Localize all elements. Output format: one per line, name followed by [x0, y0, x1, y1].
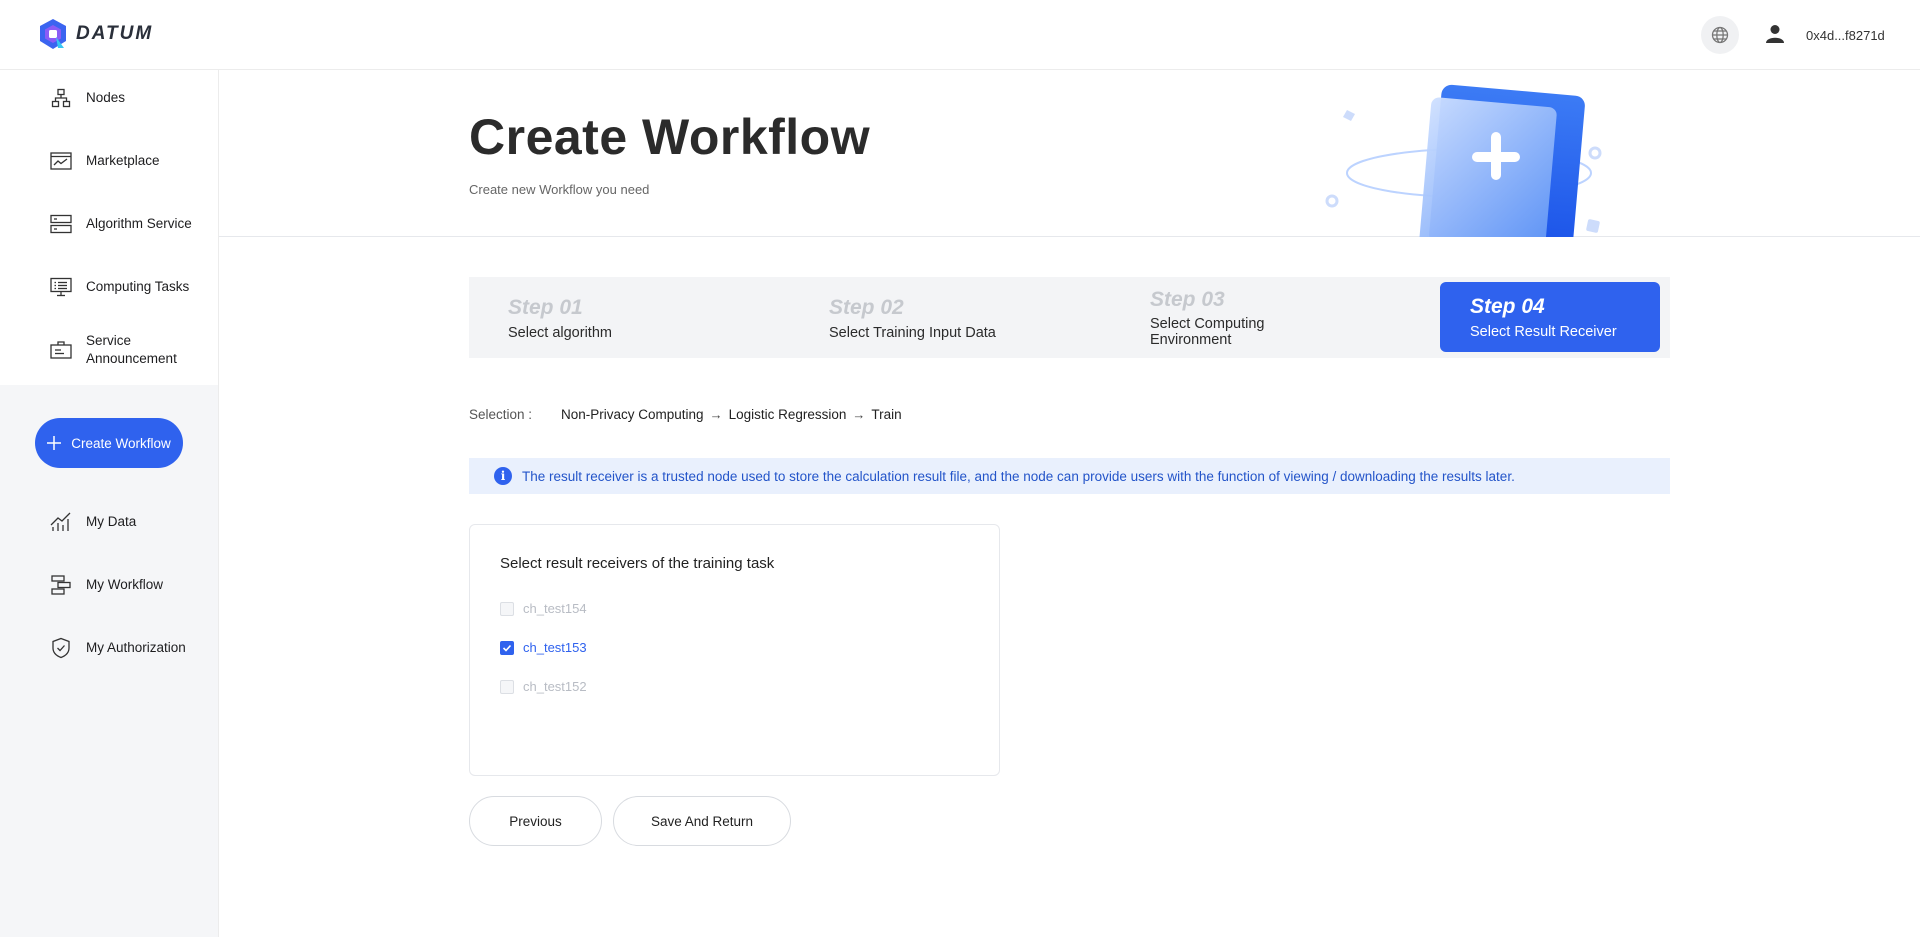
workflow-illustration [1325, 84, 1602, 237]
language-button[interactable] [1701, 16, 1739, 54]
wallet-address[interactable]: 0x4d...f8271d [1806, 28, 1885, 43]
info-text: The result receiver is a trusted node us… [522, 468, 1515, 484]
step-label: Select algorithm [508, 325, 612, 341]
checkbox[interactable] [500, 601, 514, 616]
receiver-option[interactable]: ch_test152 [500, 679, 587, 694]
sidebar-item-label: My Data [86, 514, 137, 529]
selection-breadcrumb: Selection : Non-Privacy Computing → Logi… [469, 407, 902, 422]
algorithm-icon [49, 212, 73, 236]
receiver-option[interactable]: ch_test154 [500, 601, 587, 616]
card-title: Select result receivers of the training … [500, 555, 775, 572]
sidebar-item-my-workflow[interactable]: My Workflow [0, 557, 218, 613]
sidebar: Nodes Marketplace Algorithm Service Comp… [0, 70, 219, 937]
step-4[interactable]: Step 04 Select Result Receiver [1440, 282, 1660, 352]
datum-logo[interactable]: DATUM [38, 18, 153, 50]
selection-path: Non-Privacy Computing → Logistic Regress… [561, 407, 902, 422]
computing-icon [49, 275, 73, 299]
page-banner: Create Workflow Create new Workflow you … [219, 70, 1920, 237]
checkbox[interactable] [500, 679, 514, 694]
step-number: Step 04 [1470, 295, 1545, 318]
checkmark-icon [502, 644, 512, 652]
workflow-icon [49, 573, 73, 597]
sidebar-item-my-data[interactable]: My Data [0, 494, 218, 550]
sidebar-item-label: Algorithm Service [86, 216, 192, 231]
sidebar-item-my-authorization[interactable]: My Authorization [0, 620, 218, 676]
sidebar-item-label: My Workflow [86, 577, 164, 592]
arrow-right-icon: → [852, 407, 866, 422]
sidebar-item-label: Nodes [86, 90, 126, 105]
sidebar-item-label: My Authorization [86, 640, 186, 655]
step-number: Step 03 [1150, 288, 1225, 311]
previous-button[interactable]: Previous [469, 796, 602, 846]
info-banner: i The result receiver is a trusted node … [469, 458, 1670, 494]
receiver-label: ch_test152 [523, 679, 587, 694]
selection-label: Selection : [469, 407, 533, 422]
sidebar-item-nodes[interactable]: Nodes [0, 70, 218, 126]
receiver-label: ch_test153 [523, 640, 587, 655]
result-receivers-card: Select result receivers of the training … [469, 524, 1000, 776]
top-header: DATUM 0x4d...f8271d [0, 0, 1920, 70]
info-icon: i [494, 467, 512, 485]
nodes-icon [49, 86, 73, 110]
workflow-steps: Step 01 Select algorithm Step 02 Select … [469, 277, 1670, 358]
announcement-icon [49, 338, 73, 362]
sidebar-item-marketplace[interactable]: Marketplace [0, 133, 218, 189]
user-icon[interactable] [1766, 24, 1784, 49]
sidebar-item-service-announcement[interactable]: Service Announcement [0, 322, 218, 378]
step-label: Select Result Receiver [1470, 324, 1617, 340]
save-and-return-button[interactable]: Save And Return [613, 796, 791, 846]
sidebar-item-algorithm-service[interactable]: Algorithm Service [0, 196, 218, 252]
checkbox-checked[interactable] [500, 640, 514, 655]
step-label: Select Computing Environment [1150, 316, 1265, 348]
step-2[interactable]: Step 02 Select Training Input Data [789, 277, 1109, 358]
create-workflow-label: Create Workflow [71, 435, 171, 451]
plus-icon [47, 436, 62, 450]
selection-item: Logistic Regression [728, 407, 847, 422]
sidebar-item-label: Computing Tasks [86, 279, 190, 294]
selection-item: Train [871, 407, 902, 422]
logo-text: DATUM [76, 23, 154, 44]
shield-icon [49, 636, 73, 660]
marketplace-icon [49, 149, 73, 173]
create-workflow-button[interactable]: Create Workflow [35, 418, 183, 468]
step-number: Step 02 [829, 296, 904, 319]
selection-item: Non-Privacy Computing [561, 407, 704, 422]
receiver-label: ch_test154 [523, 601, 587, 616]
globe-icon [1711, 26, 1729, 44]
chart-icon [49, 510, 73, 534]
page-title: Create Workflow [469, 109, 871, 165]
step-3[interactable]: Step 03 Select Computing Environment [1109, 277, 1429, 358]
sidebar-item-label: Service Announcement [86, 333, 177, 366]
sidebar-item-label: Marketplace [86, 153, 160, 168]
arrow-right-icon: → [709, 407, 723, 422]
datum-logo-icon [40, 19, 66, 49]
sidebar-item-computing-tasks[interactable]: Computing Tasks [0, 259, 218, 315]
page-subtitle: Create new Workflow you need [469, 182, 650, 197]
step-label: Select Training Input Data [829, 325, 996, 341]
receiver-option[interactable]: ch_test153 [500, 640, 587, 655]
step-number: Step 01 [508, 296, 583, 319]
step-1[interactable]: Step 01 Select algorithm [469, 277, 789, 358]
